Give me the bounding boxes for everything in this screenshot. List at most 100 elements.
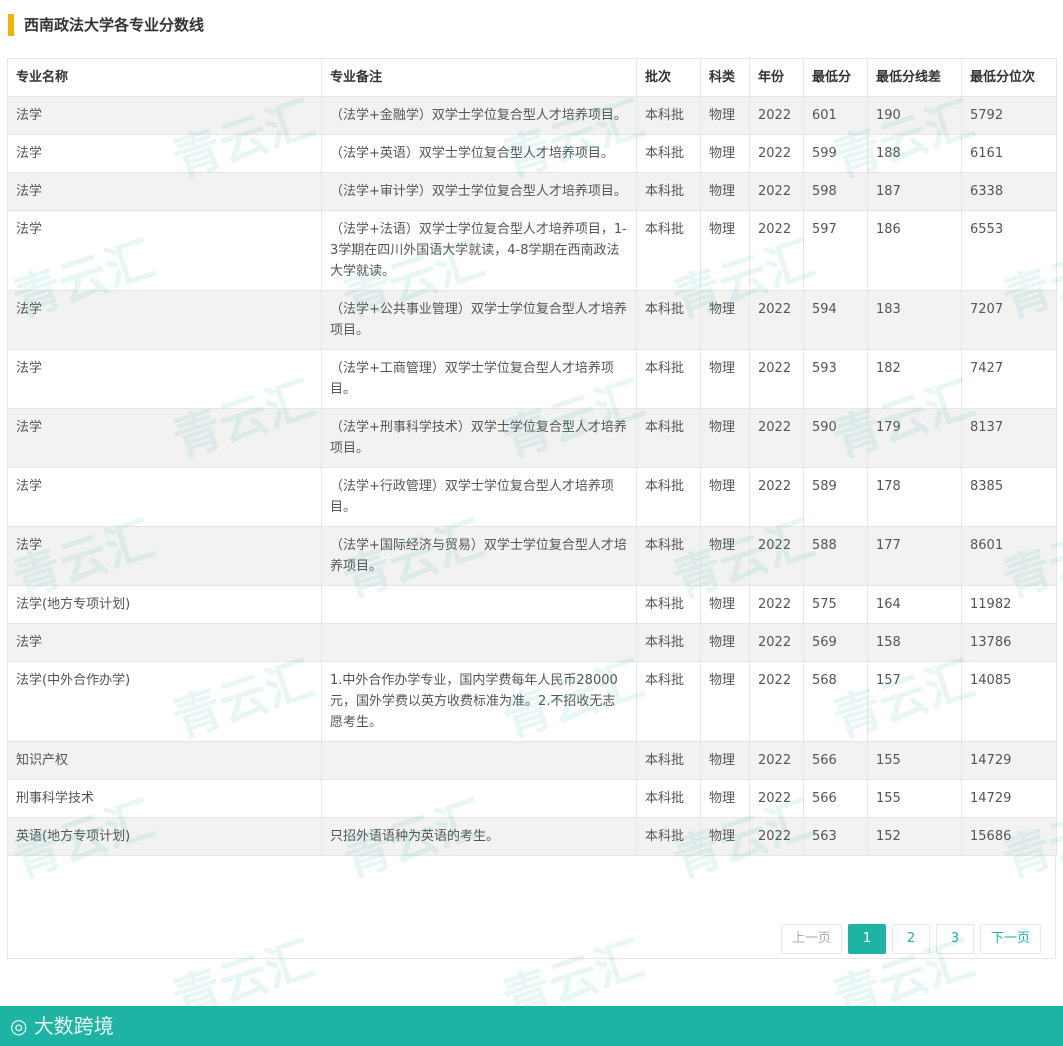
next-page-button[interactable]: 下一页 — [979, 924, 1041, 954]
cell-min-score: 594 — [803, 290, 868, 350]
col-header-batch: 批次 — [636, 58, 701, 97]
cell-year: 2022 — [749, 623, 804, 662]
cell-subject: 物理 — [700, 134, 750, 173]
cell-score-diff: 190 — [867, 96, 962, 135]
table-row: 法学(地方专项计划) 本科批 物理 2022 575 164 11982 — [7, 585, 1057, 624]
page-button-1[interactable]: 1 — [847, 924, 886, 954]
cell-score-diff: 155 — [867, 741, 962, 780]
cell-score-diff: 182 — [867, 349, 962, 409]
table-row: 法学 （法学+刑事科学技术）双学士学位复合型人才培养项目。 本科批 物理 2022 590… — [7, 408, 1057, 468]
cell-rank: 6553 — [961, 210, 1057, 291]
cell-min-score: 569 — [803, 623, 868, 662]
cell-score-diff: 164 — [867, 585, 962, 624]
cell-batch: 本科批 — [636, 172, 701, 211]
score-table: 专业名称 专业备注 批次 科类 年份 最低分 最低分线差 最低分位次 法学 （法学… — [7, 58, 1057, 856]
cell-score-diff: 157 — [867, 661, 962, 742]
col-header-major: 专业名称 — [7, 58, 322, 97]
cell-batch: 本科批 — [636, 408, 701, 468]
cell-year: 2022 — [749, 526, 804, 586]
cell-major: 法学 — [7, 467, 322, 527]
page-button-3[interactable]: 3 — [935, 924, 974, 954]
cell-rank: 7427 — [961, 349, 1057, 409]
brand-logo-icon: ◎ — [10, 1014, 34, 1038]
table-row: 法学 （法学+国际经济与贸易）双学士学位复合型人才培养项目。 本科批 物理 2022 58… — [7, 526, 1057, 586]
cell-remark: 只招外语语种为英语的考生。 — [321, 817, 637, 856]
cell-rank: 14085 — [961, 661, 1057, 742]
cell-rank: 15686 — [961, 817, 1057, 856]
table-row: 法学 本科批 物理 2022 569 158 13786 — [7, 623, 1057, 662]
cell-min-score: 590 — [803, 408, 868, 468]
col-header-year: 年份 — [749, 58, 804, 97]
cell-min-score: 566 — [803, 741, 868, 780]
cell-major: 法学 — [7, 96, 322, 135]
cell-min-score: 601 — [803, 96, 868, 135]
page-button-2[interactable]: 2 — [891, 924, 930, 954]
cell-remark — [321, 741, 637, 780]
cell-major: 法学 — [7, 134, 322, 173]
cell-rank: 11982 — [961, 585, 1057, 624]
cell-year: 2022 — [749, 661, 804, 742]
table-row: 法学 （法学+公共事业管理）双学士学位复合型人才培养项目。 本科批 物理 2022 594… — [7, 290, 1057, 350]
footer-brand: ◎ 大数跨境 — [10, 1014, 114, 1038]
page-title: 西南政法大学各专业分数线 — [24, 16, 205, 34]
cell-rank: 8137 — [961, 408, 1057, 468]
cell-major: 英语(地方专项计划) — [7, 817, 322, 856]
cell-subject: 物理 — [700, 467, 750, 527]
table-row: 法学 （法学+行政管理）双学士学位复合型人才培养项目。 本科批 物理 2022 589 17… — [7, 467, 1057, 527]
table-row: 法学(中外合作办学) 1.中外合作办学专业，国内学费每年人民币28000元，国外学… — [7, 661, 1057, 742]
cell-subject: 物理 — [700, 349, 750, 409]
cell-year: 2022 — [749, 741, 804, 780]
cell-batch: 本科批 — [636, 779, 701, 818]
cell-subject: 物理 — [700, 96, 750, 135]
cell-major: 知识产权 — [7, 741, 322, 780]
cell-major: 法学 — [7, 290, 322, 350]
cell-score-diff: 179 — [867, 408, 962, 468]
cell-rank: 6338 — [961, 172, 1057, 211]
cell-year: 2022 — [749, 467, 804, 527]
cell-subject: 物理 — [700, 290, 750, 350]
cell-year: 2022 — [749, 349, 804, 409]
cell-major: 法学 — [7, 172, 322, 211]
cell-major: 法学 — [7, 408, 322, 468]
cell-score-diff: 186 — [867, 210, 962, 291]
cell-rank: 14729 — [961, 779, 1057, 818]
table-row: 英语(地方专项计划) 只招外语语种为英语的考生。 本科批 物理 2022 563 152 15… — [7, 817, 1057, 856]
cell-rank: 8385 — [961, 467, 1057, 527]
col-header-subject: 科类 — [700, 58, 750, 97]
cell-min-score: 575 — [803, 585, 868, 624]
cell-score-diff: 178 — [867, 467, 962, 527]
col-header-remark: 专业备注 — [321, 58, 637, 97]
table-row: 法学 （法学+工商管理）双学士学位复合型人才培养项目。 本科批 物理 2022 593 18… — [7, 349, 1057, 409]
prev-page-button[interactable]: 上一页 — [780, 924, 842, 954]
cell-major: 刑事科学技术 — [7, 779, 322, 818]
cell-year: 2022 — [749, 134, 804, 173]
cell-year: 2022 — [749, 210, 804, 291]
cell-min-score: 568 — [803, 661, 868, 742]
cell-score-diff: 177 — [867, 526, 962, 586]
cell-major: 法学 — [7, 526, 322, 586]
cell-remark: （法学+金融学）双学士学位复合型人才培养项目。 — [321, 96, 637, 135]
cell-remark: （法学+法语）双学士学位复合型人才培养项目，1-3学期在四川外国语大学就读，4-… — [321, 210, 637, 291]
cell-min-score: 599 — [803, 134, 868, 173]
cell-remark: （法学+工商管理）双学士学位复合型人才培养项目。 — [321, 349, 637, 409]
score-table-container: 专业名称 专业备注 批次 科类 年份 最低分 最低分线差 最低分位次 法学 （法学… — [7, 58, 1057, 959]
cell-major: 法学 — [7, 210, 322, 291]
cell-min-score: 566 — [803, 779, 868, 818]
cell-year: 2022 — [749, 290, 804, 350]
cell-major: 法学(地方专项计划) — [7, 585, 322, 624]
cell-year: 2022 — [749, 585, 804, 624]
cell-subject: 物理 — [700, 526, 750, 586]
cell-remark — [321, 779, 637, 818]
table-row: 法学 （法学+英语）双学士学位复合型人才培养项目。 本科批 物理 2022 599 188 6… — [7, 134, 1057, 173]
cell-remark: （法学+审计学）双学士学位复合型人才培养项目。 — [321, 172, 637, 211]
cell-batch: 本科批 — [636, 134, 701, 173]
cell-rank: 13786 — [961, 623, 1057, 662]
cell-min-score: 597 — [803, 210, 868, 291]
title-accent-bar — [8, 14, 14, 36]
cell-subject: 物理 — [700, 585, 750, 624]
cell-subject: 物理 — [700, 623, 750, 662]
cell-score-diff: 183 — [867, 290, 962, 350]
cell-remark — [321, 585, 637, 624]
cell-remark: 1.中外合作办学专业，国内学费每年人民币28000元，国外学费以英方收费标准为准… — [321, 661, 637, 742]
cell-score-diff: 152 — [867, 817, 962, 856]
